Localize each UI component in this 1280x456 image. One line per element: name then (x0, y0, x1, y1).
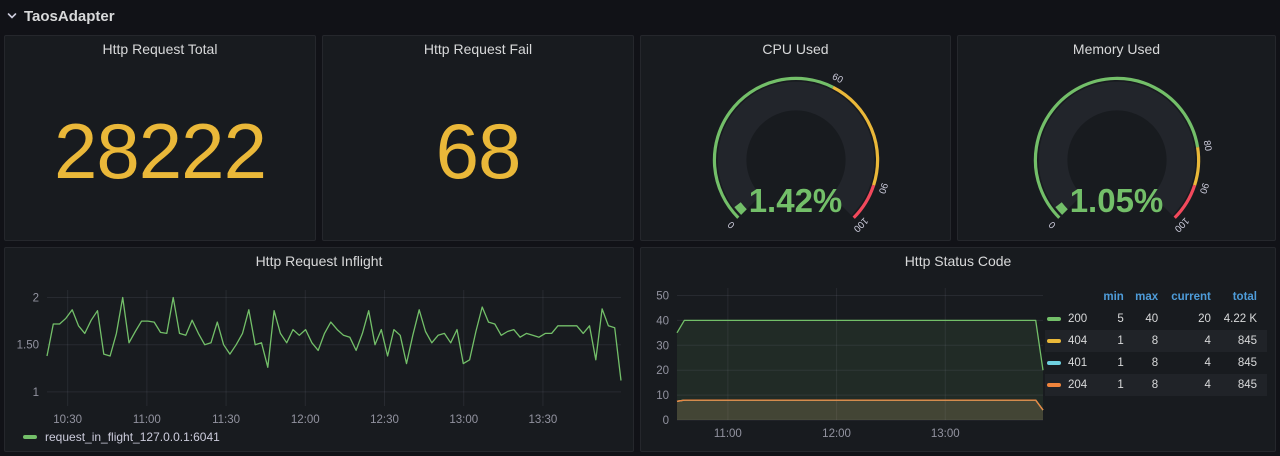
series-color-chip (23, 435, 37, 439)
legend-row-200[interactable]: 200540204.22 K (1045, 308, 1267, 330)
series-color-chip (1047, 361, 1061, 365)
svg-text:12:00: 12:00 (822, 428, 851, 440)
stat-value-http-request-fail: 68 (323, 62, 633, 240)
svg-text:0: 0 (725, 219, 737, 231)
legend-header-min[interactable]: min (1098, 288, 1129, 308)
svg-text:10:30: 10:30 (53, 414, 82, 426)
series-label: request_in_flight_127.0.0.1:6041 (45, 430, 220, 444)
status-legend-table: min max current total 200540204.22 K4041… (1045, 288, 1267, 396)
legend-stat-current: 20 (1164, 308, 1217, 330)
status-code-chart[interactable]: 11:00 12:00 13:00 0 10 20 30 40 50 (649, 276, 1045, 446)
legend-header-current[interactable]: current (1164, 288, 1217, 308)
legend-stat-min: 1 (1098, 330, 1129, 352)
svg-text:60: 60 (830, 71, 845, 86)
panel-http-request-fail: Http Request Fail 68 (322, 35, 634, 241)
series-color-chip (1047, 317, 1061, 321)
panel-cpu-used: CPU Used 06090100 1.42% (640, 35, 951, 241)
cpu-gauge-value: 1.42% (641, 182, 950, 220)
inflight-chart[interactable]: 10:30 11:00 11:30 12:00 12:30 13:00 13:30 1 1.50… (13, 276, 627, 436)
panel-memory-used: Memory Used 08090100 1.05% (957, 35, 1276, 241)
legend-header-total[interactable]: total (1217, 288, 1267, 308)
legend-stat-min: 1 (1098, 352, 1129, 374)
legend-stat-max: 8 (1130, 330, 1164, 352)
svg-text:20: 20 (656, 365, 669, 377)
panel-title-http-request-inflight[interactable]: Http Request Inflight (5, 248, 633, 274)
legend-header-max[interactable]: max (1130, 288, 1164, 308)
svg-text:13:00: 13:00 (931, 428, 960, 440)
legend-series-label[interactable]: 204 (1045, 374, 1098, 396)
legend-series-label[interactable]: 401 (1045, 352, 1098, 374)
panel-http-request-inflight: Http Request Inflight 10:30 11:00 11:30 12:… (4, 247, 634, 452)
svg-text:2: 2 (33, 293, 39, 305)
legend-stat-total: 845 (1217, 330, 1267, 352)
panel-title-cpu-used[interactable]: CPU Used (641, 36, 950, 62)
svg-text:1: 1 (33, 387, 39, 399)
legend-stat-max: 40 (1130, 308, 1164, 330)
legend-stat-current: 4 (1164, 374, 1217, 396)
legend-stat-total: 845 (1217, 374, 1267, 396)
legend-series-label[interactable]: 200 (1045, 308, 1098, 330)
row-title: TaosAdapter (24, 8, 115, 25)
grafana-dashboard: TaosAdapter Http Request Total 28222 Htt… (0, 0, 1280, 456)
legend-stat-max: 8 (1130, 374, 1164, 396)
chevron-down-icon (6, 10, 18, 22)
cpu-gauge-wrap: 06090100 1.42% (641, 62, 950, 240)
series-color-chip (1047, 339, 1061, 343)
svg-text:12:30: 12:30 (370, 414, 399, 426)
legend-header-row: min max current total (1045, 288, 1267, 308)
panel-http-status-code: Http Status Code 11:00 12:00 13:00 0 10 20 30 4… (640, 247, 1276, 452)
legend-stat-current: 4 (1164, 352, 1217, 374)
inflight-legend-item[interactable]: request_in_flight_127.0.0.1:6041 (23, 430, 220, 444)
legend-stat-current: 4 (1164, 330, 1217, 352)
svg-text:10: 10 (656, 390, 669, 402)
svg-text:11:30: 11:30 (212, 414, 240, 426)
panel-http-request-total: Http Request Total 28222 (4, 35, 316, 241)
legend-row-404[interactable]: 404184845 (1045, 330, 1267, 352)
svg-text:50: 50 (656, 290, 669, 302)
legend-series-label[interactable]: 404 (1045, 330, 1098, 352)
dashboard-row-header[interactable]: TaosAdapter (6, 4, 115, 28)
svg-text:0: 0 (663, 415, 669, 427)
svg-text:13:30: 13:30 (529, 414, 558, 426)
panel-title-http-request-fail[interactable]: Http Request Fail (323, 36, 633, 62)
legend-stat-min: 5 (1098, 308, 1129, 330)
legend-stat-total: 4.22 K (1217, 308, 1267, 330)
memory-gauge-value: 1.05% (958, 182, 1275, 220)
legend-header-spacer (1045, 288, 1098, 308)
svg-text:0: 0 (1046, 219, 1058, 231)
svg-text:40: 40 (656, 315, 669, 327)
svg-text:12:00: 12:00 (291, 414, 320, 426)
panel-title-memory-used[interactable]: Memory Used (958, 36, 1275, 62)
legend-stat-max: 8 (1130, 352, 1164, 374)
legend-row-401[interactable]: 401184845 (1045, 352, 1267, 374)
stat-value-http-request-total: 28222 (5, 62, 315, 240)
series-color-chip (1047, 383, 1061, 387)
panel-title-http-status-code[interactable]: Http Status Code (641, 248, 1275, 274)
legend-stat-total: 845 (1217, 352, 1267, 374)
legend-rows: 200540204.22 K40418484540118484520418484… (1045, 308, 1267, 396)
svg-text:11:00: 11:00 (133, 414, 161, 426)
legend-stat-min: 1 (1098, 374, 1129, 396)
svg-text:30: 30 (656, 340, 669, 352)
svg-text:1.50: 1.50 (17, 340, 39, 352)
memory-gauge-wrap: 08090100 1.05% (958, 62, 1275, 240)
svg-text:80: 80 (1200, 140, 1213, 152)
svg-text:11:00: 11:00 (714, 428, 742, 440)
legend-row-204[interactable]: 204184845 (1045, 374, 1267, 396)
panel-title-http-request-total[interactable]: Http Request Total (5, 36, 315, 62)
svg-text:13:00: 13:00 (449, 414, 478, 426)
